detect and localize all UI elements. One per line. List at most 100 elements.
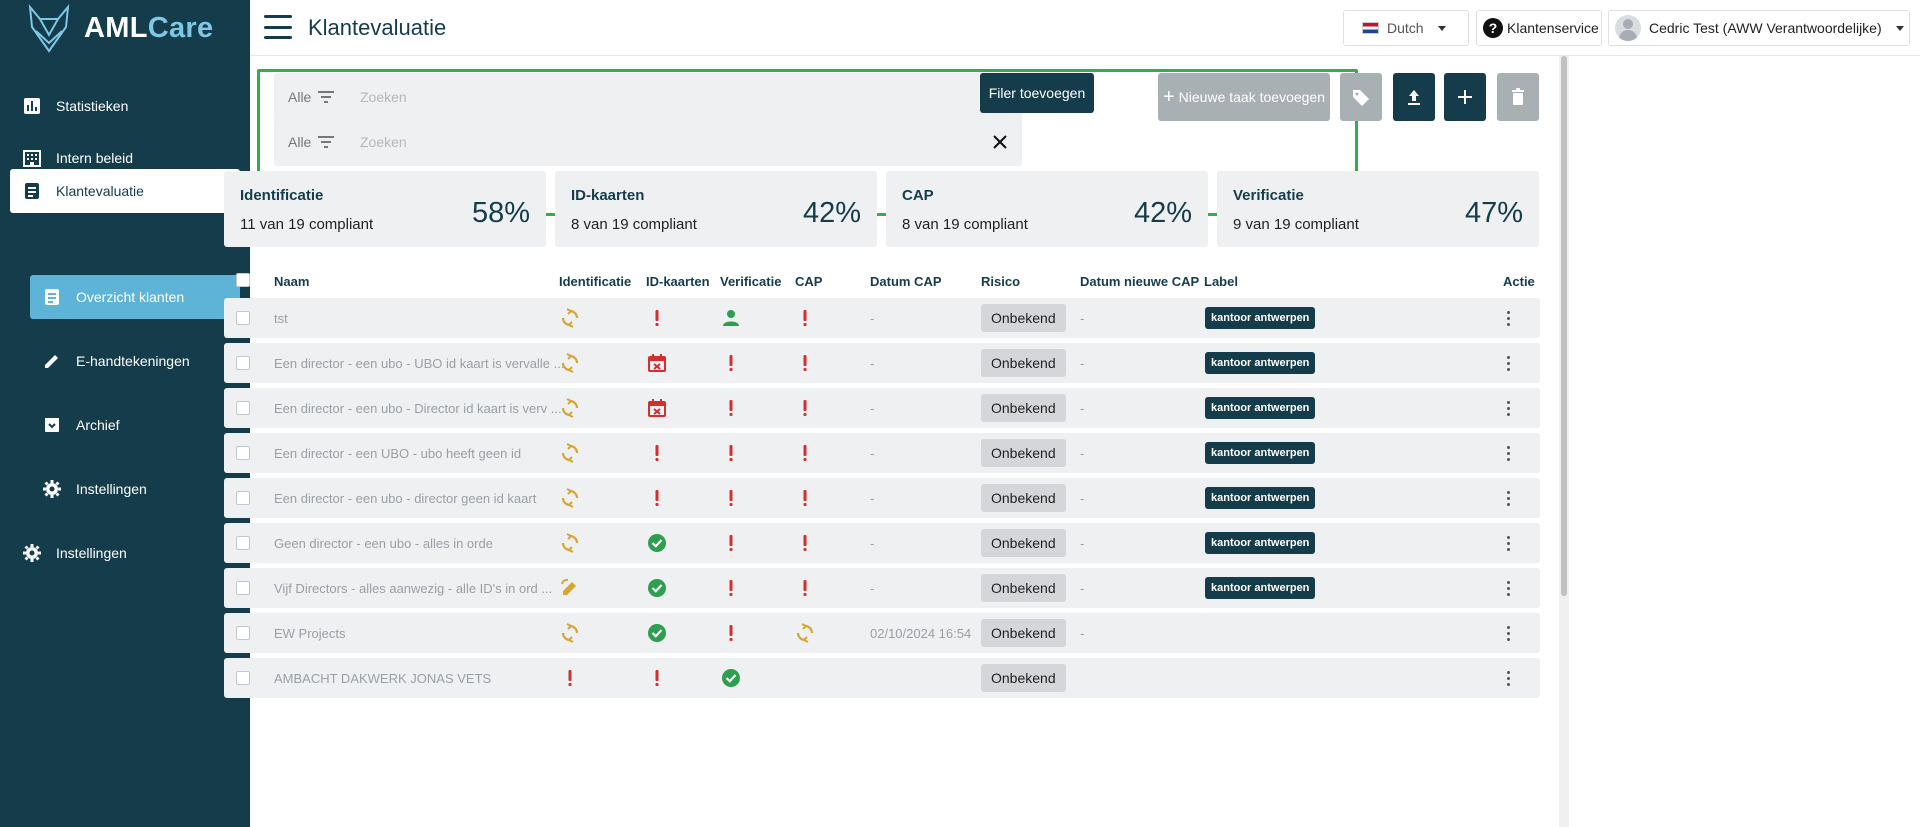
- row-actions-menu[interactable]: [1507, 523, 1510, 563]
- client-name[interactable]: EW Projects: [274, 613, 346, 653]
- table-row[interactable]: Een director - een UBO - ubo heeft geen …: [224, 433, 1540, 473]
- risk-badge[interactable]: Onbekend: [981, 664, 1066, 692]
- label-badge[interactable]: kantoor antwerpen: [1205, 352, 1316, 374]
- delete-button[interactable]: [1497, 73, 1539, 121]
- more-vertical-icon[interactable]: [1507, 490, 1510, 506]
- exclamation-icon[interactable]: [721, 613, 741, 653]
- exclamation-icon[interactable]: [721, 343, 741, 383]
- col-label[interactable]: Label: [1204, 274, 1238, 289]
- row-checkbox[interactable]: [236, 401, 250, 415]
- sidebar-item-overzicht-klanten[interactable]: Overzicht klanten: [30, 275, 240, 319]
- row-actions-menu[interactable]: [1507, 388, 1510, 428]
- col-risico[interactable]: Risico: [981, 274, 1020, 289]
- label-badge[interactable]: kantoor antwerpen: [1205, 307, 1316, 329]
- col-naam[interactable]: Naam: [274, 274, 309, 289]
- label-badge[interactable]: kantoor antwerpen: [1205, 442, 1316, 464]
- scrollbar-thumb[interactable]: [1561, 56, 1567, 596]
- client-name[interactable]: Een director - een ubo - director geen i…: [274, 478, 536, 518]
- check-circle-icon[interactable]: [647, 523, 667, 563]
- language-selector[interactable]: Dutch: [1343, 10, 1469, 46]
- col-datum-cap[interactable]: Datum CAP: [870, 274, 942, 289]
- search-filter-row[interactable]: Alle: [274, 73, 1022, 121]
- row-actions-menu[interactable]: [1507, 658, 1510, 698]
- filter-icon[interactable]: [318, 136, 334, 148]
- sidebar-item-instellingen-sub[interactable]: Instellingen: [30, 467, 240, 511]
- check-circle-icon[interactable]: [721, 658, 741, 698]
- label-badge[interactable]: kantoor antwerpen: [1205, 397, 1316, 419]
- filter-icon[interactable]: [318, 91, 334, 103]
- add-filter-button[interactable]: Filer toevoegen: [980, 73, 1094, 113]
- sidebar-item-e-handtekeningen[interactable]: E-handtekeningen: [30, 339, 240, 383]
- search-input[interactable]: [360, 134, 960, 150]
- table-row[interactable]: Een director - een ubo - Director id kaa…: [224, 388, 1540, 428]
- more-vertical-icon[interactable]: [1507, 580, 1510, 596]
- col-identificatie[interactable]: Identificatie: [559, 274, 631, 289]
- more-vertical-icon[interactable]: [1507, 445, 1510, 461]
- exclamation-icon[interactable]: [721, 523, 741, 563]
- label-badge[interactable]: kantoor antwerpen: [1205, 532, 1316, 554]
- calendar-expired-icon[interactable]: [647, 388, 667, 428]
- risk-badge[interactable]: Onbekend: [981, 529, 1066, 557]
- row-checkbox[interactable]: [236, 671, 250, 685]
- support-button[interactable]: ? Klantenservice: [1476, 10, 1602, 46]
- exclamation-icon[interactable]: [795, 568, 815, 608]
- row-checkbox[interactable]: [236, 356, 250, 370]
- label-badge[interactable]: kantoor antwerpen: [1205, 487, 1316, 509]
- close-icon[interactable]: [990, 132, 1010, 152]
- check-circle-icon[interactable]: [647, 613, 667, 653]
- exclamation-icon[interactable]: [795, 388, 815, 428]
- sync-icon[interactable]: [560, 478, 580, 518]
- client-name[interactable]: Een director - een ubo - UBO id kaart is…: [274, 343, 564, 383]
- risk-badge[interactable]: Onbekend: [981, 439, 1066, 467]
- exclamation-icon[interactable]: [721, 433, 741, 473]
- table-row[interactable]: AMBACHT DAKWERK JONAS VETS Onbekend: [224, 658, 1540, 698]
- add-button[interactable]: [1444, 73, 1486, 121]
- filter-scope-label[interactable]: Alle: [288, 134, 311, 150]
- table-row[interactable]: Geen director - een ubo - alles in orde -…: [224, 523, 1540, 563]
- sync-icon[interactable]: [560, 343, 580, 383]
- row-checkbox[interactable]: [236, 311, 250, 325]
- more-vertical-icon[interactable]: [1507, 670, 1510, 686]
- client-name[interactable]: Een director - een UBO - ubo heeft geen …: [274, 433, 521, 473]
- signature-icon[interactable]: [560, 568, 580, 608]
- row-actions-menu[interactable]: [1507, 343, 1510, 383]
- person-icon[interactable]: [721, 298, 741, 338]
- more-vertical-icon[interactable]: [1507, 310, 1510, 326]
- row-actions-menu[interactable]: [1507, 478, 1510, 518]
- calendar-expired-icon[interactable]: [647, 343, 667, 383]
- sync-icon[interactable]: [560, 613, 580, 653]
- more-vertical-icon[interactable]: [1507, 535, 1510, 551]
- exclamation-icon[interactable]: [647, 478, 667, 518]
- exclamation-icon[interactable]: [647, 433, 667, 473]
- exclamation-icon[interactable]: [795, 523, 815, 563]
- exclamation-icon[interactable]: [647, 298, 667, 338]
- risk-badge[interactable]: Onbekend: [981, 574, 1066, 602]
- filter-scope-label[interactable]: Alle: [288, 89, 311, 105]
- sync-icon[interactable]: [560, 433, 580, 473]
- risk-badge[interactable]: Onbekend: [981, 394, 1066, 422]
- risk-badge[interactable]: Onbekend: [981, 484, 1066, 512]
- risk-badge[interactable]: Onbekend: [981, 619, 1066, 647]
- client-name[interactable]: Geen director - een ubo - alles in orde: [274, 523, 493, 563]
- search-filter-row[interactable]: Alle: [274, 118, 1022, 166]
- exclamation-icon[interactable]: [795, 478, 815, 518]
- sync-icon[interactable]: [560, 523, 580, 563]
- sidebar-item-instellingen[interactable]: Instellingen: [10, 531, 240, 575]
- menu-toggle-icon[interactable]: [264, 15, 292, 39]
- new-task-button[interactable]: + Nieuwe taak toevoegen: [1158, 73, 1330, 121]
- exclamation-icon[interactable]: [647, 658, 667, 698]
- row-checkbox[interactable]: [236, 536, 250, 550]
- client-name[interactable]: AMBACHT DAKWERK JONAS VETS: [274, 658, 491, 698]
- more-vertical-icon[interactable]: [1507, 400, 1510, 416]
- check-circle-icon[interactable]: [647, 568, 667, 608]
- tag-button[interactable]: [1340, 73, 1382, 121]
- client-name[interactable]: Vijf Directors - alles aanwezig - alle I…: [274, 568, 552, 608]
- table-row[interactable]: Een director - een ubo - director geen i…: [224, 478, 1540, 518]
- row-actions-menu[interactable]: [1507, 298, 1510, 338]
- col-verificatie[interactable]: Verificatie: [720, 274, 781, 289]
- search-input[interactable]: [360, 89, 960, 105]
- sidebar-item-archief[interactable]: Archief: [30, 403, 240, 447]
- row-actions-menu[interactable]: [1507, 568, 1510, 608]
- row-checkbox[interactable]: [236, 626, 250, 640]
- exclamation-icon[interactable]: [721, 568, 741, 608]
